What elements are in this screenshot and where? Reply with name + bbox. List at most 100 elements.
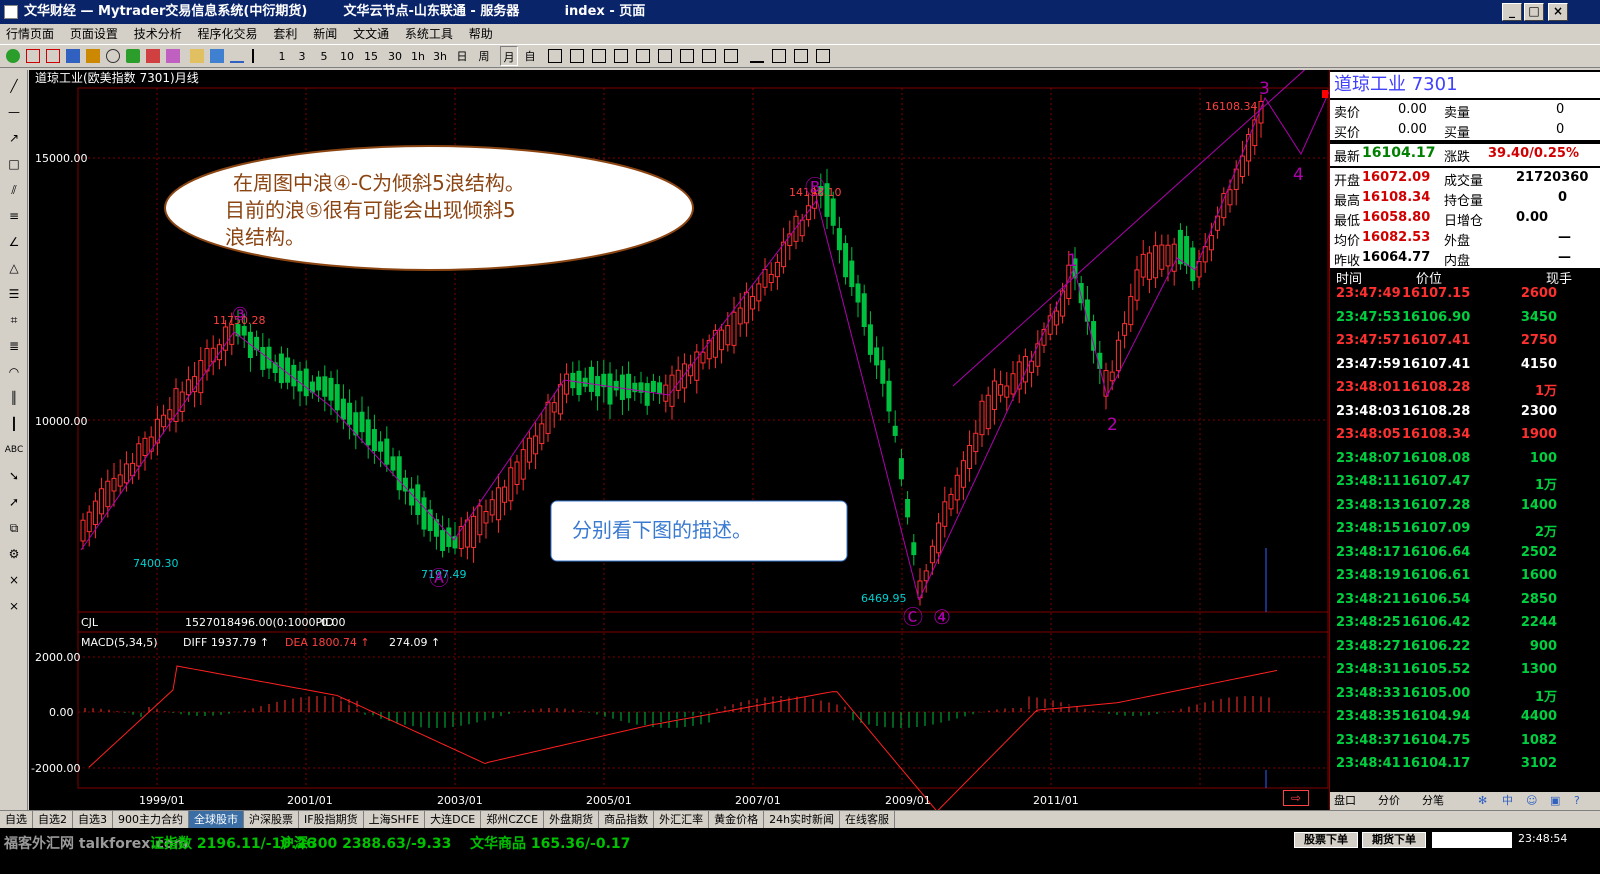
- ray-tool-icon[interactable]: ↗: [4, 129, 24, 147]
- line-tool-icon[interactable]: ╱: [4, 77, 24, 95]
- menu-page-settings[interactable]: 页面设置: [70, 27, 118, 41]
- menu-program-trading[interactable]: 程序化交易: [198, 27, 258, 41]
- period-30min[interactable]: 30: [386, 46, 404, 66]
- market-tab[interactable]: 郑州CZCE: [481, 811, 545, 828]
- market-tab[interactable]: 商品指数: [599, 811, 655, 828]
- market-tab[interactable]: 全球股市: [189, 811, 244, 828]
- gear-icon[interactable]: ⚙: [4, 545, 24, 563]
- market-tab[interactable]: 黄金价格: [709, 811, 765, 828]
- cycle-tool-icon[interactable]: ║: [4, 389, 24, 407]
- market-tab[interactable]: IF股指期货: [299, 811, 364, 828]
- market-tab[interactable]: 外盘期货: [544, 811, 600, 828]
- maximize-button[interactable]: □: [1524, 3, 1544, 21]
- exit-icon[interactable]: [816, 49, 830, 63]
- menu-arbitrage[interactable]: 套利: [273, 27, 297, 41]
- tab-trades[interactable]: 分笔: [1422, 792, 1444, 810]
- stock-order-button[interactable]: 股票下单: [1294, 832, 1358, 848]
- move-right-icon[interactable]: [702, 49, 716, 63]
- export-icon[interactable]: [210, 49, 224, 63]
- split-icon[interactable]: [570, 49, 584, 63]
- period-15min[interactable]: 15: [362, 46, 380, 66]
- bar-icon[interactable]: [252, 49, 266, 63]
- pointer-tool-icon[interactable]: ➘: [4, 467, 24, 485]
- tick-list[interactable]: 23:47:49 16107.15 2600 23:47:53 16106.90 3450…: [1330, 286, 1600, 786]
- market-tab[interactable]: 沪深股票: [244, 811, 299, 828]
- multi-window-icon[interactable]: [794, 49, 808, 63]
- period-tool-icon[interactable]: ┃: [4, 415, 24, 433]
- zoom-out-icon[interactable]: [658, 49, 672, 63]
- menu-quote-page[interactable]: 行情页面: [6, 27, 54, 41]
- period-1min[interactable]: 1: [276, 46, 288, 66]
- arc-tool-icon[interactable]: ◠: [4, 363, 24, 381]
- prev-icon[interactable]: [592, 49, 606, 63]
- smiley-icon[interactable]: ☺: [1526, 792, 1537, 810]
- market-tab[interactable]: 外汇汇率: [654, 811, 710, 828]
- zoom-in-icon[interactable]: [636, 49, 650, 63]
- fullscreen-icon[interactable]: [724, 49, 738, 63]
- help-icon[interactable]: ?: [1574, 792, 1580, 810]
- delete-all-tool-icon[interactable]: ⨯: [4, 597, 24, 615]
- market-tab[interactable]: 900主力合约: [113, 811, 189, 828]
- period-10min[interactable]: 10: [338, 46, 356, 66]
- market-tab[interactable]: 在线客服: [840, 811, 896, 828]
- tab-orderbook[interactable]: 盘口: [1334, 792, 1356, 810]
- period-custom[interactable]: 自: [522, 46, 538, 66]
- folder-icon[interactable]: [190, 49, 204, 63]
- image-icon[interactable]: ▣: [1550, 792, 1560, 810]
- refresh-icon[interactable]: [126, 49, 140, 63]
- scroll-right-icon[interactable]: ⇨: [1283, 790, 1309, 806]
- candle-icon[interactable]: [46, 49, 60, 63]
- move-left-icon[interactable]: [680, 49, 694, 63]
- rect-tool-icon[interactable]: □: [4, 155, 24, 173]
- menu-news[interactable]: 新闻: [313, 27, 337, 41]
- parallel-tool-icon[interactable]: ≡: [4, 207, 24, 225]
- book-icon[interactable]: [166, 49, 180, 63]
- market-tab[interactable]: 自选2: [33, 811, 73, 828]
- paw-icon[interactable]: ✻: [1478, 792, 1487, 810]
- menu-wenwentong[interactable]: 文文通: [353, 27, 389, 41]
- period-week[interactable]: 周: [476, 46, 492, 66]
- table-icon[interactable]: [66, 49, 80, 63]
- market-tab[interactable]: 24h实时新闻: [764, 811, 841, 828]
- chart-area[interactable]: 道琼工业(欧美指数 7301)月线 15000.00 10000.00 7400…: [29, 21, 1381, 821]
- futures-order-button[interactable]: 期货下单: [1362, 832, 1426, 848]
- menu-system-tools[interactable]: 系统工具: [405, 27, 453, 41]
- period-1h[interactable]: 1h: [410, 46, 426, 66]
- menu-help[interactable]: 帮助: [469, 27, 493, 41]
- next-icon[interactable]: [614, 49, 628, 63]
- order-input[interactable]: [1432, 832, 1512, 848]
- delete-tool-icon[interactable]: ×: [4, 571, 24, 589]
- close-button[interactable]: ×: [1548, 3, 1568, 21]
- chart-canvas[interactable]: 道琼工业(欧美指数 7301)月线 15000.00 10000.00 7400…: [29, 21, 1381, 821]
- fib-tool-icon[interactable]: ☰: [4, 285, 24, 303]
- zoom-icon[interactable]: [106, 49, 120, 63]
- period-3min[interactable]: 3: [296, 46, 308, 66]
- tab-price-dist[interactable]: 分价: [1378, 792, 1400, 810]
- fib-fan-tool-icon[interactable]: ∠: [4, 233, 24, 251]
- market-tab[interactable]: 自选: [0, 811, 33, 828]
- layout-icon[interactable]: [548, 49, 562, 63]
- period-day[interactable]: 日: [454, 46, 470, 66]
- menu-tech-analysis[interactable]: 技术分析: [134, 27, 182, 41]
- levels-tool-icon[interactable]: ≣: [4, 337, 24, 355]
- settings-icon[interactable]: [146, 49, 160, 63]
- period-3h[interactable]: 3h: [432, 46, 448, 66]
- copy-tool-icon[interactable]: ⧉: [4, 519, 24, 537]
- minimize-button[interactable]: _: [1502, 3, 1522, 21]
- period-5min[interactable]: 5: [318, 46, 330, 66]
- column-icon[interactable]: [750, 49, 764, 63]
- period-month[interactable]: 月: [500, 46, 518, 66]
- select-tool-icon[interactable]: ➚: [4, 493, 24, 511]
- channel-tool-icon[interactable]: ⫽: [4, 181, 24, 199]
- market-tab[interactable]: 自选3: [73, 811, 113, 828]
- window-icon[interactable]: [772, 49, 786, 63]
- chinese-input-icon[interactable]: 中: [1502, 792, 1513, 810]
- back-icon[interactable]: [6, 49, 20, 63]
- market-tab[interactable]: 上海SHFE: [364, 811, 426, 828]
- text-tool-icon[interactable]: ABC: [4, 441, 24, 459]
- market-tab[interactable]: 大连DCE: [425, 811, 482, 828]
- gann-tool-icon[interactable]: ⌗: [4, 311, 24, 329]
- trend-icon[interactable]: [230, 49, 244, 63]
- line-chart-icon[interactable]: [26, 49, 40, 63]
- triangle-tool-icon[interactable]: △: [4, 259, 24, 277]
